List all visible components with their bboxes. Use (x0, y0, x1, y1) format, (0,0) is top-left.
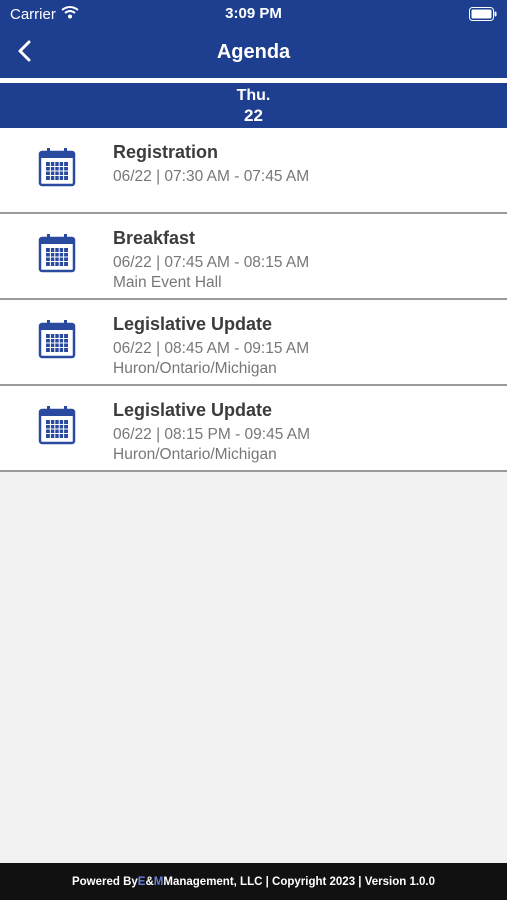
agenda-item-time: 06/22 | 08:45 AM - 09:15 AM (113, 340, 310, 357)
agenda-item-title: Legislative Update (113, 400, 273, 420)
agenda-item[interactable]: Legislative Update 06/22 | 08:15 PM - 09… (0, 386, 507, 472)
navigation-bar: Agenda (0, 28, 507, 78)
calendar-icon (38, 233, 76, 278)
agenda-item[interactable]: Registration 06/22 | 07:30 AM - 07:45 AM (0, 128, 507, 214)
page-title: Agenda (216, 41, 291, 63)
battery-icon (469, 7, 497, 25)
agenda-item-title: Legislative Update (113, 314, 273, 334)
agenda-item-time: 06/22 | 07:45 AM - 08:15 AM (113, 254, 310, 271)
calendar-icon (38, 319, 76, 364)
footer-brand-amp: & (145, 875, 154, 888)
agenda-item-location: Huron/Ontario/Michigan (113, 360, 277, 377)
agenda-item[interactable]: Legislative Update 06/22 | 08:45 AM - 09… (0, 300, 507, 386)
calendar-icon (38, 147, 76, 192)
footer: Powered By E & M Management, LLC | Copyr… (0, 863, 507, 900)
calendar-icon (38, 405, 76, 450)
footer-brand-m: M (153, 875, 164, 888)
agenda-item[interactable]: Breakfast 06/22 | 07:45 AM - 08:15 AM Ma… (0, 214, 507, 300)
status-time: 3:09 PM (225, 5, 282, 22)
agenda-item-time: 06/22 | 08:15 PM - 09:45 AM (113, 426, 311, 443)
agenda-item-title: Breakfast (113, 228, 196, 248)
day-of-week: Thu. (236, 87, 271, 104)
footer-suffix: Management, LLC | Copyright 2023 | Versi… (163, 875, 436, 888)
agenda-item-location: Huron/Ontario/Michigan (113, 446, 277, 463)
footer-brand-e: E (137, 875, 146, 888)
agenda-item-location: Main Event Hall (113, 274, 222, 291)
day-number: 22 (244, 106, 263, 125)
agenda-item-time: 06/22 | 07:30 AM - 07:45 AM (113, 168, 310, 185)
date-header: Thu. 22 (0, 83, 507, 128)
status-bar: Carrier 3:09 PM (0, 0, 507, 28)
footer-prefix: Powered By (71, 875, 138, 888)
agenda-list: Registration 06/22 | 07:30 AM - 07:45 AM… (0, 128, 507, 472)
agenda-item-title: Registration (113, 142, 219, 162)
